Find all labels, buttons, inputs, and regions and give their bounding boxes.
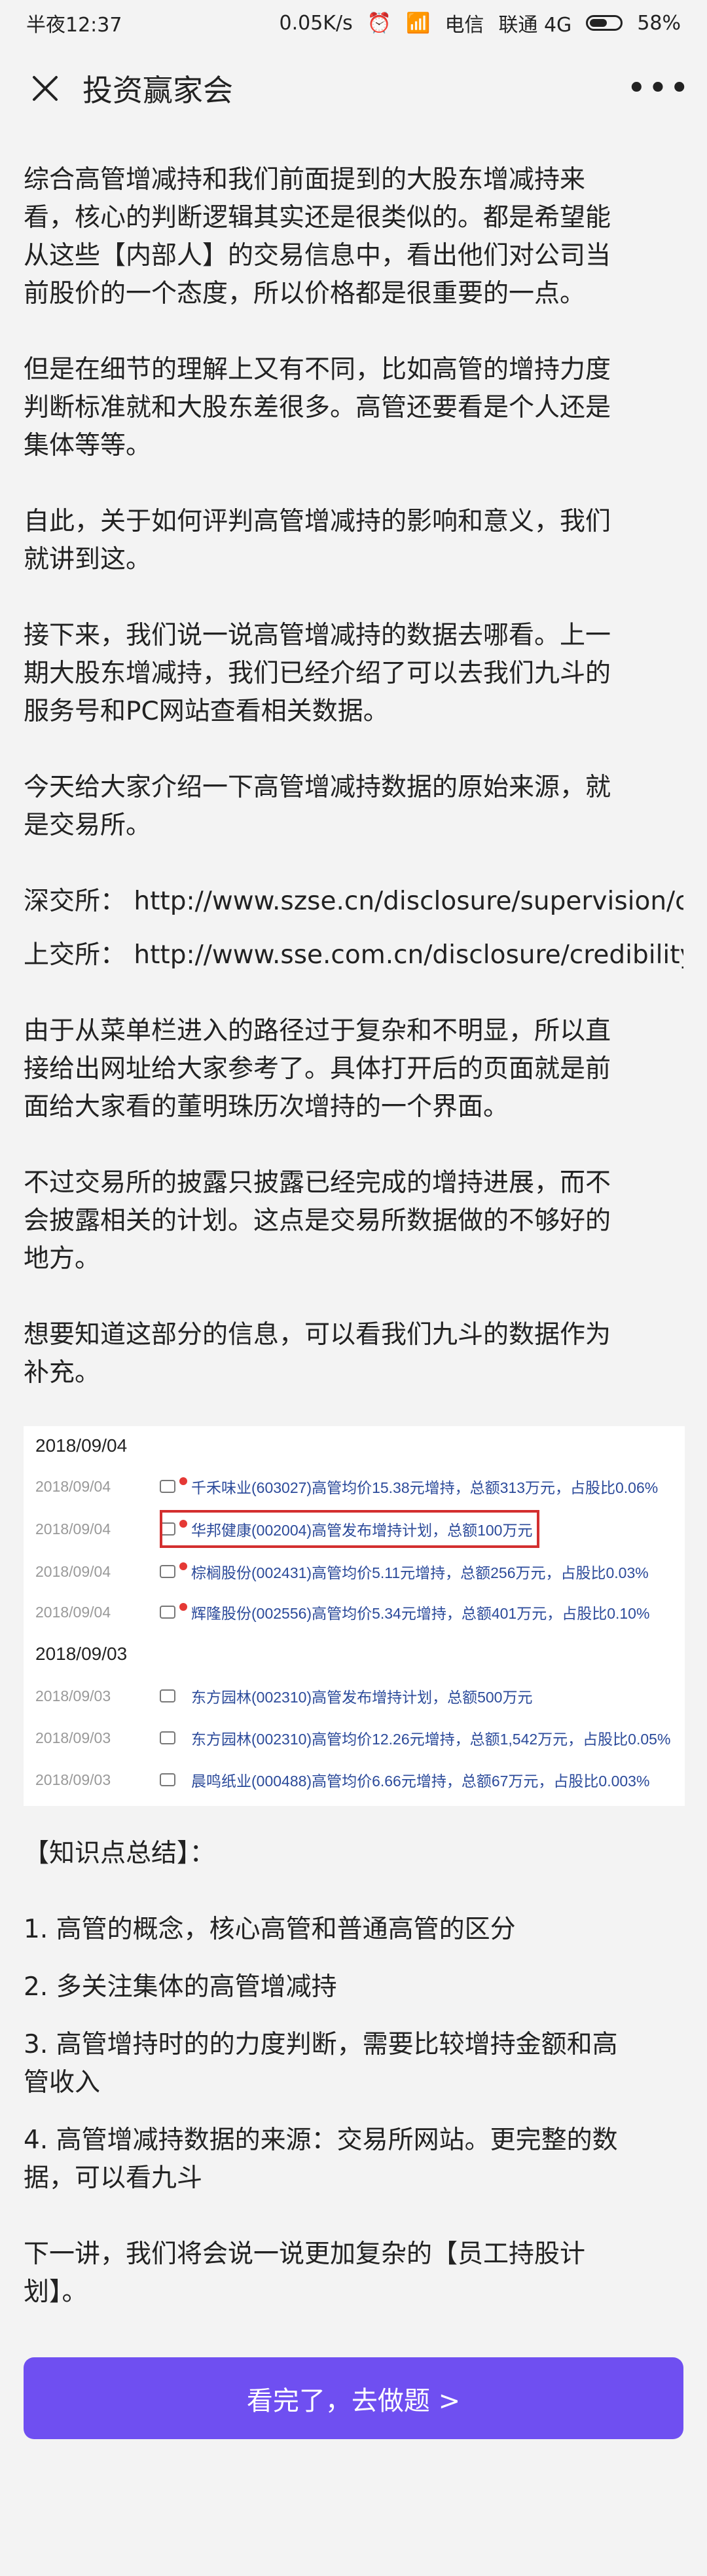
highlight-box	[160, 1510, 539, 1548]
summary-item: 2. 多关注集体的高管增减持	[24, 1972, 337, 2002]
row-date: 2018/09/03	[35, 1687, 111, 1704]
table-row: 2018/09/03 晨鸣纸业(000488)高管均价6.66元增持，总额67万…	[35, 1767, 685, 1793]
new-dot-icon	[179, 1603, 187, 1611]
row-date: 2018/09/04	[35, 1603, 111, 1621]
share-icon	[160, 1689, 175, 1702]
row-date: 2018/09/03	[35, 1771, 111, 1788]
table-row: 2018/09/04 辉隆股份(002556)高管均价5.34元增持，总额401…	[35, 1599, 685, 1625]
paragraph: 综合高管增减持和我们前面提到的大股东增减持来 看，核心的判断逻辑其实还是很类似的…	[24, 165, 611, 308]
row-text: 晨鸣纸业(000488)高管均价6.66元增持，总额67万元，占股比0.003%	[191, 1773, 650, 1790]
sse-link[interactable]: 上交所： http://www.sse.com.cn/disclosure/cr…	[24, 936, 683, 974]
paragraph: 想要知道这部分的信息，可以看我们九斗的数据作为 补充。	[24, 1320, 611, 1388]
paragraph: 但是在细节的理解上又有不同，比如高管的增持力度 判断标准就和大股东差很多。高管还…	[24, 355, 611, 460]
network-speed: 0.05K/s	[279, 11, 353, 35]
close-icon[interactable]	[22, 65, 68, 111]
new-dot-icon	[179, 1562, 187, 1570]
summary-item: 3. 高管增持时的的力度判断，需要比较增持金额和高 管收入	[24, 2030, 618, 2097]
done-quiz-button[interactable]: 看完了，去做题 >	[24, 2357, 683, 2439]
status-bar: 半夜12:37 0.05K/s ⏰ 📶 电信 联通 4G 58%	[0, 0, 707, 46]
alarm-icon: ⏰	[367, 11, 392, 35]
row-date: 2018/09/03	[35, 1729, 111, 1746]
share-icon	[160, 1773, 175, 1786]
row-date: 2018/09/04	[35, 1520, 111, 1537]
row-date: 2018/09/04	[35, 1562, 111, 1580]
paragraph: 由于从菜单栏进入的路径过于复杂和不明显，所以直 接给出网址给大家参考了。具体打开…	[24, 1016, 611, 1122]
status-time: 半夜12:37	[26, 14, 122, 37]
title-bar: 投资赢家会 •••	[0, 46, 707, 131]
table-row: 2018/09/04 千禾味业(603027)高管均价15.38元增持，总额31…	[35, 1473, 685, 1500]
row-text: 东方园林(002310)高管均价12.26元增持，总额1,542万元，占股比0.…	[191, 1731, 671, 1748]
share-icon	[160, 1480, 175, 1493]
summary-item: 4. 高管增减持数据的来源：交易所网站。更完整的数 据，可以看九斗	[24, 2125, 618, 2193]
paragraph: 自此，关于如何评判高管增减持的影响和意义，我们 就讲到这。	[24, 507, 611, 574]
date-header: 2018/09/03	[35, 1644, 128, 1664]
paragraph: 不过交易所的披露只披露已经完成的增持进展，而不 会披露相关的计划。这点是交易所数…	[24, 1168, 611, 1274]
battery-icon	[586, 15, 623, 31]
row-text: 东方园林(002310)高管发布增持计划，总额500万元	[191, 1689, 533, 1706]
share-icon	[160, 1731, 175, 1744]
next-lesson: 下一讲，我们将会说一说更加复杂的【员工持股计 划】。	[24, 2239, 586, 2307]
paragraph: 接下来，我们说一说高管增减持的数据去哪看。上一 期大股东增减持，我们已经介绍了可…	[24, 621, 611, 726]
battery-level: 58%	[637, 11, 681, 35]
more-options-icon[interactable]: •••	[626, 65, 689, 111]
carrier-1: 电信	[444, 14, 484, 37]
screenshot-image: 2018/09/04 2018/09/04 千禾味业(603027)高管均价15…	[24, 1426, 685, 1806]
paragraph: 今天给大家介绍一下高管增减持数据的原始来源，就 是交易所。	[24, 773, 611, 840]
table-row: 2018/09/04 棕榈股份(002431)高管均价5.11元增持，总额256…	[35, 1558, 685, 1585]
table-row: 2018/09/03 东方园林(002310)高管均价12.26元增持，总额1,…	[35, 1725, 685, 1751]
row-text: 辉隆股份(002556)高管均价5.34元增持，总额401万元，占股比0.10%	[191, 1605, 650, 1622]
page-title: 投资赢家会	[82, 73, 233, 108]
row-date: 2018/09/04	[35, 1477, 111, 1495]
row-text: 千禾味业(603027)高管均价15.38元增持，总额313万元，占股比0.06…	[191, 1479, 659, 1496]
share-icon	[160, 1606, 175, 1619]
share-icon	[160, 1565, 175, 1578]
date-header: 2018/09/04	[35, 1435, 128, 1456]
row-text: 棕榈股份(002431)高管均价5.11元增持，总额256万元，占股比0.03%	[191, 1564, 649, 1581]
wifi-icon: 📶	[406, 11, 431, 35]
szse-link[interactable]: 深交所： http://www.szse.cn/disclosure/super…	[24, 883, 683, 921]
table-row: 2018/09/03 东方园林(002310)高管发布增持计划，总额500万元	[35, 1683, 685, 1709]
status-indicators: 0.05K/s ⏰ 📶 电信 联通 4G 58%	[280, 9, 681, 37]
summary-heading: 【知识点总结】：	[24, 1839, 215, 1868]
summary-item: 1. 高管的概念，核心高管和普通高管的区分	[24, 1915, 516, 1944]
new-dot-icon	[179, 1477, 187, 1485]
carrier-2: 联通 4G	[498, 14, 572, 37]
article-body: 综合高管增减持和我们前面提到的大股东增减持来 看，核心的判断逻辑其实还是很类似的…	[0, 131, 707, 2311]
